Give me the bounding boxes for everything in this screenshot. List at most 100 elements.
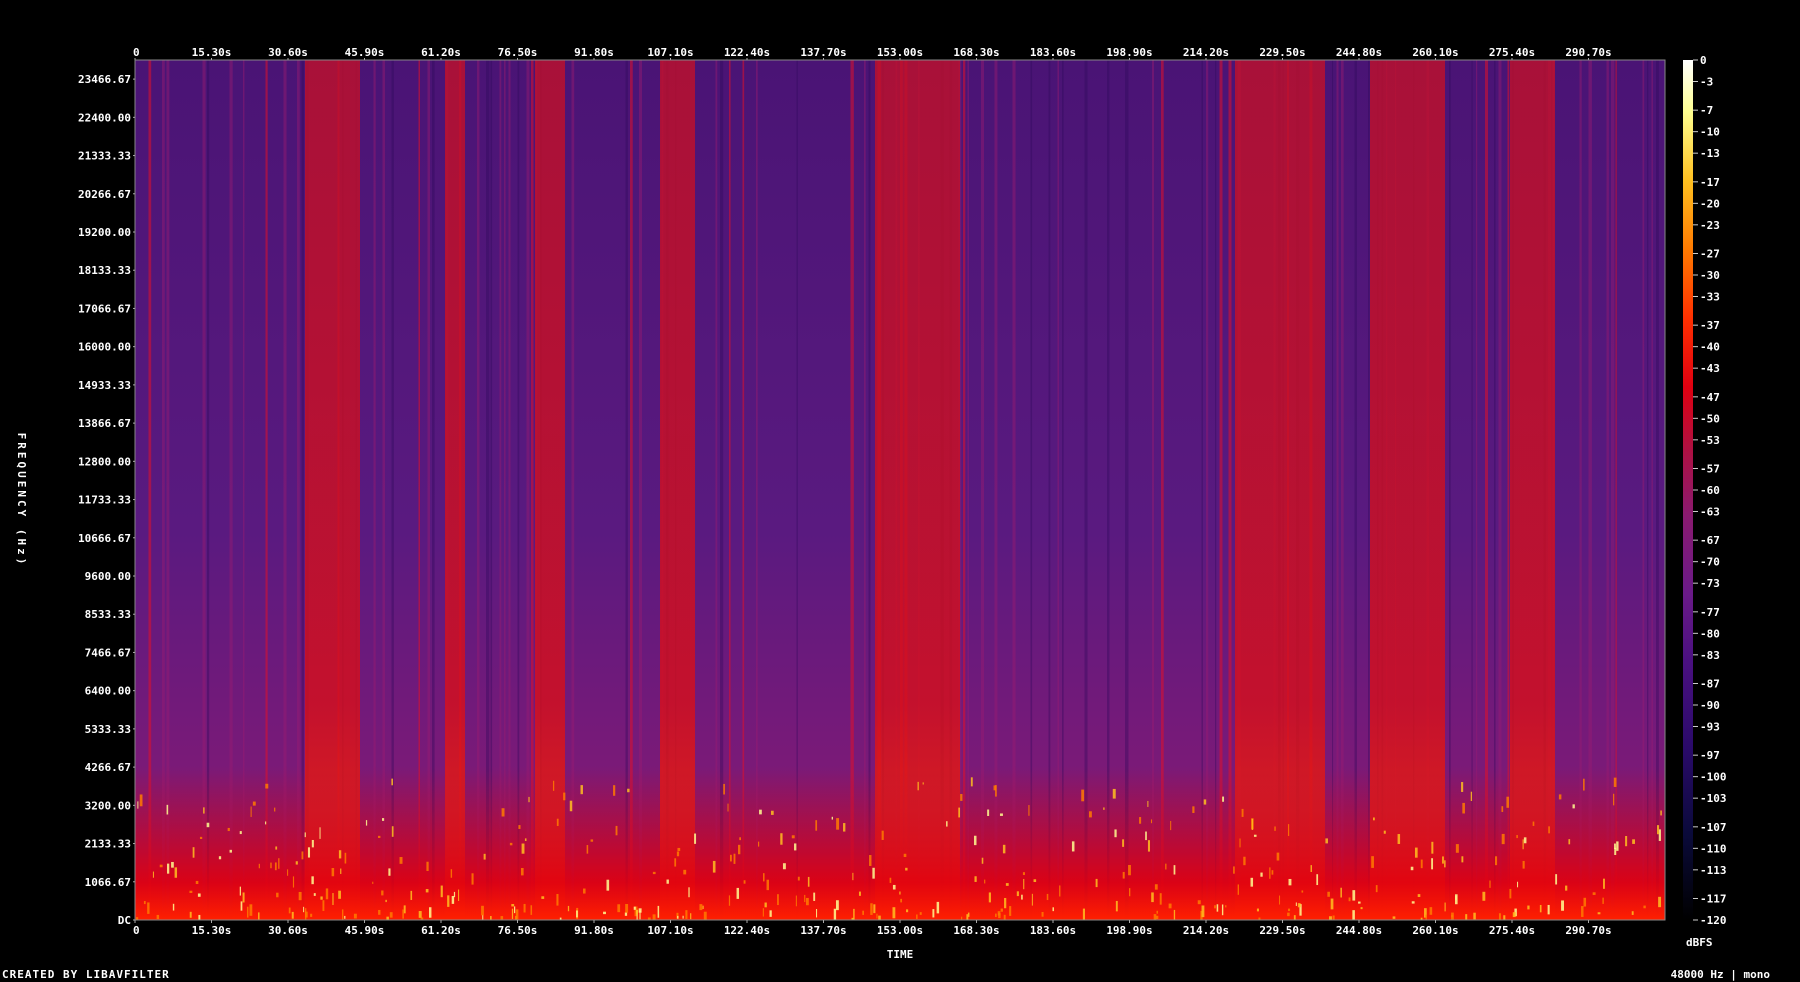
hotspot-mark (1643, 905, 1646, 909)
hotspot-mark (556, 893, 559, 906)
x-tick-bottom-label: 244.80s (1336, 924, 1382, 937)
hotspot-mark (1414, 847, 1418, 858)
hotspot-mark (1616, 841, 1619, 851)
hotspot-mark (1112, 788, 1116, 799)
hotspot-mark (1147, 840, 1151, 852)
spectrogram-figure: 0 15.30s 30.60s 45.90s 61.20s 76.50s 91.80s 107… (15, 46, 1727, 961)
hotspot-mark (1375, 885, 1378, 893)
hotspot-mark (559, 917, 562, 920)
colorbar-tick-label: -33 (1700, 291, 1720, 304)
hotspot-mark (862, 910, 865, 915)
hotspot-mark (1498, 913, 1501, 920)
hotspot-mark (340, 868, 342, 874)
hotspot-mark (900, 898, 903, 903)
hotspot-mark (1287, 912, 1290, 917)
hotspot-mark (1122, 871, 1125, 879)
y-tick-label: 7466.67 (85, 646, 131, 659)
hotspot-mark (1572, 804, 1575, 809)
hotspot-mark (275, 846, 278, 850)
hotspot-mark (606, 879, 610, 891)
hotspot-mark (482, 914, 484, 920)
x-tick-top-label: 30.60s (268, 46, 308, 59)
hotspot-mark (1260, 872, 1263, 877)
y-tick-label: 12800.00 (78, 455, 131, 468)
hotspot-mark (1360, 907, 1363, 910)
hotspot-mark (685, 910, 688, 919)
x-tick-bottom-label: 0 (133, 924, 140, 937)
hotspot-mark (703, 911, 707, 920)
hotspot-mark (1352, 910, 1355, 920)
hotspot-mark (378, 909, 381, 915)
hotspot-mark (981, 857, 984, 864)
hotspot-mark (1442, 856, 1444, 864)
hotspot-mark (291, 911, 294, 919)
hotspot-mark (1301, 890, 1304, 893)
hotspot-mark (402, 909, 404, 919)
hotspot-mark (1288, 878, 1292, 886)
hotspot-mark (1532, 821, 1535, 826)
hotspot-mark (353, 913, 357, 919)
hotspot-mark (1197, 900, 1201, 905)
hotspot-mark (403, 905, 406, 914)
hotspot-mark (995, 913, 997, 918)
x-tick-top-label: 214.20s (1183, 46, 1229, 59)
hotspot-mark (1002, 844, 1006, 854)
hotspot-mark (782, 863, 786, 870)
hotspot-mark (331, 867, 335, 877)
hotspot-mark (389, 912, 393, 918)
hotspot-mark (1150, 819, 1153, 824)
hotspot-mark (1154, 884, 1158, 890)
hotspot-mark (500, 916, 504, 920)
hotspot-mark (276, 892, 279, 898)
hotspot-mark (712, 860, 716, 873)
hotspot-mark (1316, 874, 1319, 886)
hotspot-mark (429, 907, 432, 918)
hotspot-mark (878, 915, 881, 920)
hotspot-mark (1561, 900, 1564, 911)
hotspot-mark (995, 785, 997, 797)
hotspot-mark (1383, 830, 1386, 834)
hotspot-mark (509, 842, 513, 846)
hotspot-mark (303, 906, 305, 913)
hotspot-mark (239, 886, 241, 896)
hotspot-mark (677, 915, 679, 919)
hotspot-mark (795, 895, 797, 907)
colorbar-tick-label: -117 (1700, 893, 1727, 906)
hotspot-mark (1310, 865, 1312, 872)
hotspot-mark (984, 879, 986, 884)
hotspot-mark (240, 901, 243, 911)
hotspot-mark (1022, 872, 1025, 876)
hotspot-mark (1293, 915, 1296, 920)
x-tick-top-label: 244.80s (1336, 46, 1382, 59)
hotspot-mark (1420, 859, 1423, 869)
hotspot-mark (903, 853, 907, 858)
hotspot-mark (295, 861, 298, 865)
hotspot-mark (458, 889, 460, 901)
hotspot-mark (676, 851, 680, 857)
x-tick-top-label: 137.70s (800, 46, 846, 59)
hotspot-mark (1145, 831, 1147, 841)
hotspot-mark (1128, 864, 1131, 876)
hotspot-mark (805, 897, 809, 906)
hotspot-mark (139, 794, 143, 807)
hotspot-mark (320, 896, 323, 900)
hotspot-mark (1103, 807, 1105, 810)
hotspot-mark (1059, 885, 1061, 897)
colorbar-tick-label: -97 (1700, 749, 1720, 762)
hotspot-mark (1522, 839, 1524, 850)
hotspot-mark (338, 850, 342, 859)
hotspot-mark (278, 858, 280, 869)
hotspot-mark (666, 879, 669, 884)
y-tick-label: 22400.00 (78, 111, 131, 124)
y-tick-label: 3200.00 (85, 799, 131, 812)
hotspot-mark (736, 887, 740, 899)
hotspot-mark (152, 871, 154, 878)
hotspot-mark (1155, 915, 1159, 920)
hotspot-mark (1592, 892, 1596, 895)
hotspot-mark (344, 852, 347, 864)
spectrogram-low-frequency-energy (135, 770, 1665, 920)
hotspot-mark (189, 890, 193, 894)
hotspot-mark (1009, 906, 1012, 916)
y-tick-label: 19200.00 (78, 226, 131, 239)
hotspot-mark (635, 909, 639, 915)
